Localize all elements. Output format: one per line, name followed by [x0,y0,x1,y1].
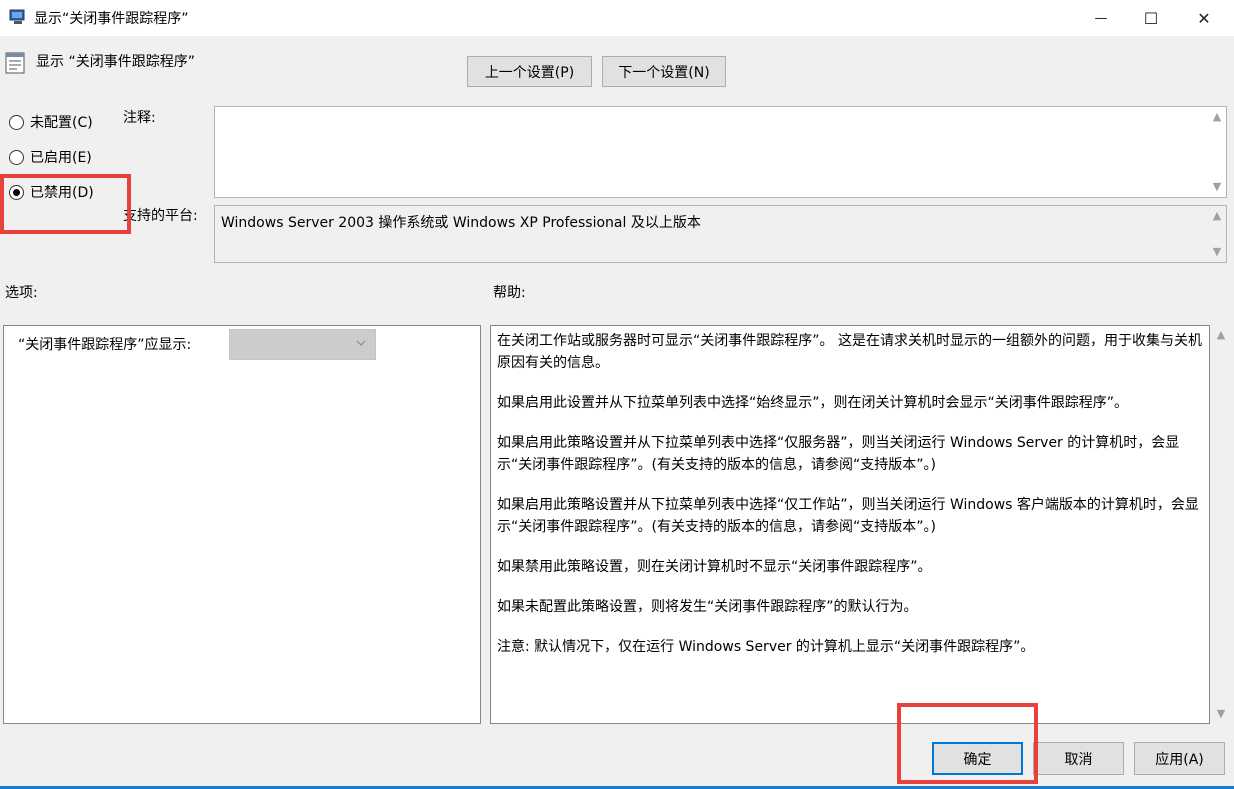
radio-not-configured[interactable]: 未配置(C) [9,112,93,132]
scroll-down-icon[interactable]: ▼ [1208,244,1226,260]
radio-circle[interactable] [9,149,24,165]
options-panel [3,325,481,724]
help-paragraph: 如果禁用此策略设置，则在关闭计算机时不显示“关闭事件跟踪程序”。 [497,559,932,575]
help-paragraph: 在关闭工作站或服务器时可显示“关闭事件跟踪程序”。 这是在请求关机时显示的一组额… [497,333,1202,371]
options-header: 选项: [5,285,38,301]
platform-field: Windows Server 2003 操作系统或 Windows XP Pro… [214,205,1227,263]
highlight-box-ok [897,703,1038,784]
radio-circle[interactable] [9,114,24,130]
radio-enabled[interactable]: 已启用(E) [9,147,92,167]
close-button[interactable]: ✕ [1181,0,1227,36]
help-paragraph: 注意: 默认情况下，仅在运行 Windows Server 的计算机上显示“关闭… [497,639,1035,655]
platform-value: Windows Server 2003 操作系统或 Windows XP Pro… [221,215,701,231]
policy-app-icon [9,9,25,24]
apply-button[interactable]: 应用(A) [1134,742,1225,775]
next-setting-button[interactable]: 下一个设置(N) [602,56,726,87]
scroll-down-icon[interactable]: ▼ [1208,179,1226,195]
platform-scrollbar[interactable]: ▲ ▼ [1208,206,1226,262]
radio-label: 未配置(C) [30,115,93,131]
policy-title: 显示 “关闭事件跟踪程序” [36,54,195,70]
help-header: 帮助: [493,285,526,301]
close-icon: ✕ [1197,8,1211,28]
highlight-box-disabled [0,174,131,234]
comment-label: 注释: [123,110,156,126]
help-paragraph: 如果未配置此策略设置，则将发生“关闭事件跟踪程序”的默认行为。 [497,599,918,615]
help-text-panel: 在关闭工作站或服务器时可显示“关闭事件跟踪程序”。 这是在请求关机时显示的一组额… [490,325,1210,724]
comment-scrollbar[interactable]: ▲ ▼ [1208,107,1226,197]
previous-setting-button[interactable]: 上一个设置(P) [467,56,592,87]
scroll-down-icon[interactable]: ▼ [1212,706,1230,722]
maximize-icon: ☐ [1143,8,1159,28]
comment-textarea[interactable]: ▲ ▼ [214,106,1227,198]
policy-setting-icon [5,52,25,74]
scroll-up-icon[interactable]: ▲ [1208,109,1226,125]
options-field-label: “关闭事件跟踪程序”应显示: [18,337,192,353]
help-scrollbar[interactable]: ▲ ▼ [1212,325,1230,724]
scroll-up-icon[interactable]: ▲ [1212,327,1230,343]
scroll-up-icon[interactable]: ▲ [1208,208,1226,224]
help-paragraph: 如果启用此设置并从下拉菜单列表中选择“始终显示”，则在闭关计算机时会显示“关闭事… [497,395,1129,411]
minimize-button[interactable]: — [1078,0,1124,36]
radio-label: 已启用(E) [30,150,92,166]
chevron-down-icon [356,340,366,346]
minimize-icon: — [1094,10,1108,26]
platform-label: 支持的平台: [123,208,198,224]
maximize-button[interactable]: ☐ [1128,0,1174,36]
help-paragraph: 如果启用此策略设置并从下拉菜单列表中选择“仅工作站”，则当关闭运行 Window… [497,497,1199,535]
cancel-button[interactable]: 取消 [1033,742,1124,775]
display-mode-select[interactable] [229,329,376,360]
help-paragraph: 如果启用此策略设置并从下拉菜单列表中选择“仅服务器”，则当关闭运行 Window… [497,435,1180,473]
window-title: 显示“关闭事件跟踪程序” [34,11,189,27]
